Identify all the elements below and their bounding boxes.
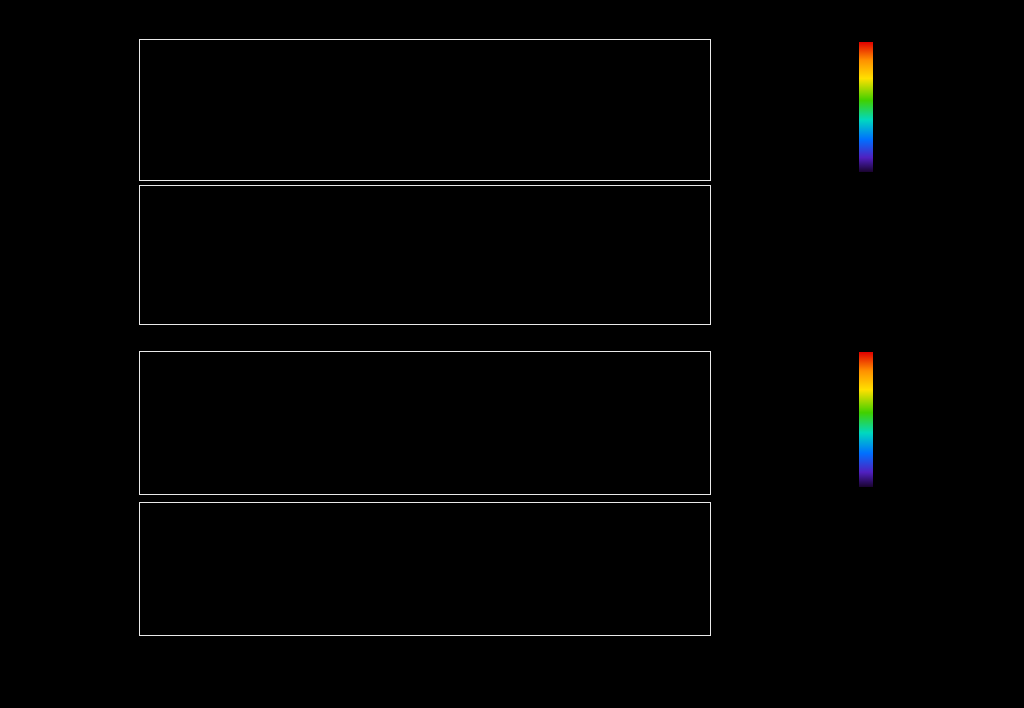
intensity-bfield-canvas: [139, 185, 711, 325]
ima-spectrogram-canvas: [139, 351, 711, 495]
altitude-sza-canvas: [139, 502, 711, 636]
els-spectrogram-canvas: [139, 39, 711, 181]
colorbar-ei: [859, 42, 873, 172]
colorbar-def: [859, 352, 873, 487]
vex-quicklook-plot: [0, 0, 1024, 708]
